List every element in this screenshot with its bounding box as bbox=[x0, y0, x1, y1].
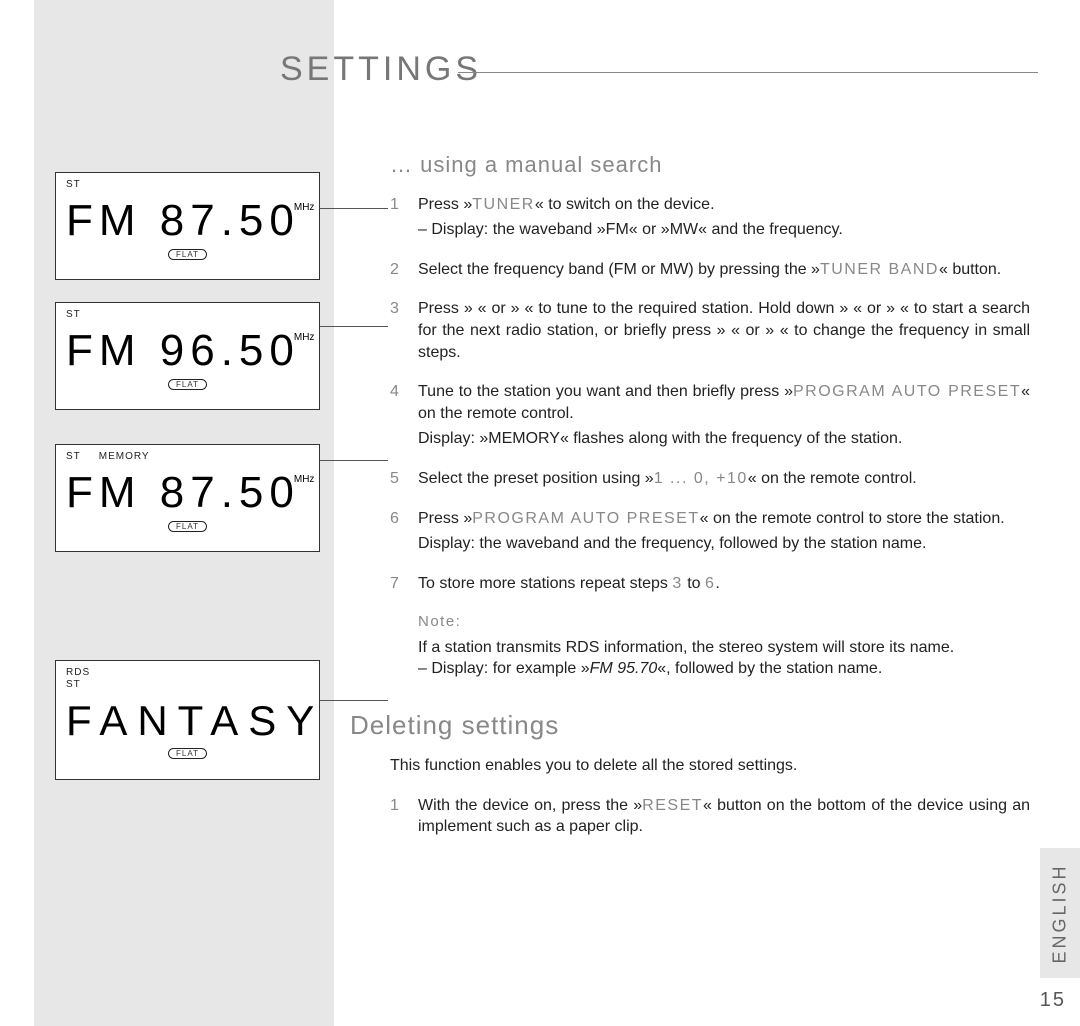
indicator-memory: MEMORY bbox=[99, 451, 150, 462]
note-line-2: – Display: for example »FM 95.70«, follo… bbox=[418, 658, 1030, 680]
step-text: Select the frequency band (FM or MW) by … bbox=[418, 261, 820, 278]
step-sub-text: – Display: the waveband »FM« or »MW« and… bbox=[418, 221, 843, 238]
step-7: To store more stations repeat steps 3 to… bbox=[390, 573, 1030, 595]
indicator-st: ST bbox=[66, 679, 309, 691]
title-rule bbox=[458, 72, 1038, 73]
btn-program-auto-preset: PROGRAM AUTO PRESET bbox=[472, 510, 699, 527]
leader-line-4 bbox=[320, 700, 388, 701]
content-area: … using a manual search Press »TUNER« to… bbox=[390, 150, 1030, 856]
subheading-deleting-settings: Deleting settings bbox=[350, 708, 1030, 743]
indicator-st: ST bbox=[66, 309, 81, 320]
display-main: FM 96.50 bbox=[66, 326, 300, 375]
display-panel-3: ST MEMORY FM 87.50MHz FLAT bbox=[55, 444, 320, 552]
manual-search-steps: Press »TUNER« to switch on the device. –… bbox=[390, 194, 1030, 595]
step-text: With the device on, press the » bbox=[418, 797, 642, 814]
language-tab: ENGLISH bbox=[1040, 848, 1080, 978]
unit-mhz: MHz bbox=[294, 202, 315, 213]
step-text: Press » « or » « to tune to the required… bbox=[418, 300, 1030, 360]
unit-mhz: MHz bbox=[294, 474, 315, 485]
step-text: Press » bbox=[418, 510, 472, 527]
delete-steps: With the device on, press the »RESET« bu… bbox=[390, 795, 1030, 838]
step-text: Press » bbox=[418, 196, 472, 213]
page-title: SETTINGS bbox=[280, 50, 482, 89]
btn-tuner: TUNER bbox=[472, 196, 535, 213]
step-text: . bbox=[715, 575, 719, 592]
indicator-rds: RDS bbox=[66, 667, 309, 679]
display-main: FM 87.50 bbox=[66, 468, 300, 517]
subheading-manual-search: … using a manual search bbox=[390, 150, 1030, 180]
leader-line-3 bbox=[320, 460, 388, 461]
step-ref-6: 6 bbox=[705, 575, 715, 592]
display-main: FANTASY bbox=[66, 697, 324, 744]
btn-reset: RESET bbox=[642, 797, 703, 814]
step-6: Press »PROGRAM AUTO PRESET« on the remot… bbox=[390, 508, 1030, 555]
step-text: Tune to the station you want and then br… bbox=[418, 383, 793, 400]
page-number: 15 bbox=[1040, 989, 1066, 1012]
display-main: FM 87.50 bbox=[66, 196, 300, 245]
flat-badge: FLAT bbox=[168, 249, 207, 260]
unit-mhz: MHz bbox=[294, 332, 315, 343]
leader-line-1 bbox=[320, 208, 388, 209]
step-4: Tune to the station you want and then br… bbox=[390, 381, 1030, 450]
step-1-sub: – Display: the waveband »FM« or »MW« and… bbox=[418, 219, 1030, 241]
language-label: ENGLISH bbox=[1050, 863, 1071, 963]
btn-tuner-band: TUNER BAND bbox=[820, 261, 939, 278]
btn-digit-keys: 1 ... 0, +10 bbox=[654, 470, 748, 487]
display-panel-4: RDS ST FANTASY FLAT bbox=[55, 660, 320, 780]
step-4-sub: Display: »MEMORY« flashes along with the… bbox=[418, 428, 1030, 450]
step-text: « to switch on the device. bbox=[535, 196, 715, 213]
note-text: «, followed by the station name. bbox=[657, 660, 882, 677]
note-text: – Display: for example » bbox=[418, 660, 590, 677]
step-3: Press » « or » « to tune to the required… bbox=[390, 298, 1030, 363]
step-text: Select the preset position using » bbox=[418, 470, 654, 487]
step-text: « on the remote control. bbox=[748, 470, 917, 487]
step-2: Select the frequency band (FM or MW) by … bbox=[390, 259, 1030, 281]
display-panel-2: ST FM 96.50MHz FLAT bbox=[55, 302, 320, 410]
display-panel-1: ST FM 87.50MHz FLAT bbox=[55, 172, 320, 280]
indicator-st: ST bbox=[66, 451, 81, 462]
flat-badge: FLAT bbox=[168, 521, 207, 532]
note-heading: Note: bbox=[418, 612, 1030, 632]
flat-badge: FLAT bbox=[168, 379, 207, 390]
step-text: To store more stations repeat steps bbox=[418, 575, 672, 592]
step-6-sub: Display: the waveband and the frequency,… bbox=[418, 533, 1030, 555]
delete-step-1: With the device on, press the »RESET« bu… bbox=[390, 795, 1030, 838]
note-example-freq: FM 95.70 bbox=[590, 660, 658, 677]
step-text: « button. bbox=[939, 261, 1001, 278]
step-1: Press »TUNER« to switch on the device. –… bbox=[390, 194, 1030, 241]
btn-program-auto-preset: PROGRAM AUTO PRESET bbox=[793, 383, 1021, 400]
indicator-st: ST bbox=[66, 179, 81, 190]
note-body: If a station transmits RDS information, … bbox=[418, 637, 1030, 680]
step-text: to bbox=[683, 575, 705, 592]
step-ref-3: 3 bbox=[672, 575, 682, 592]
step-5: Select the preset position using »1 ... … bbox=[390, 468, 1030, 490]
step-text: « on the remote control to store the sta… bbox=[700, 510, 1005, 527]
leader-line-2 bbox=[320, 326, 388, 327]
note-line-1: If a station transmits RDS information, … bbox=[418, 637, 1030, 659]
flat-badge: FLAT bbox=[168, 748, 207, 759]
delete-intro: This function enables you to delete all … bbox=[390, 755, 1030, 777]
